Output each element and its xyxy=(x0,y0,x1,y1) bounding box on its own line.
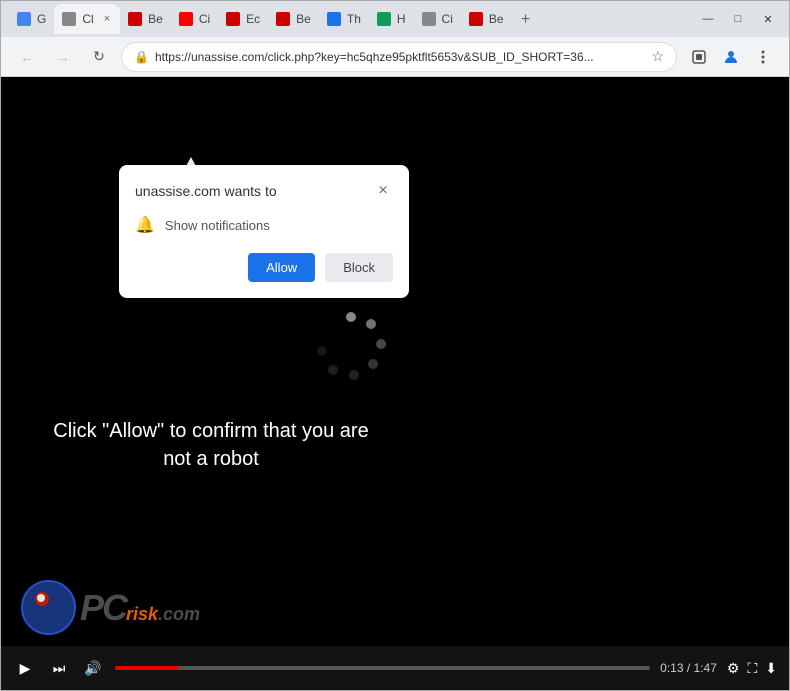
permission-label: Show notifications xyxy=(165,218,270,233)
address-text: https://unassise.com/click.php?key=hc5qh… xyxy=(155,50,645,64)
settings-button[interactable]: ⚙ xyxy=(727,660,740,677)
forward-button[interactable]: → xyxy=(49,43,77,71)
browser-tab-9[interactable]: Ci xyxy=(414,4,461,34)
popup-buttons: Allow Block xyxy=(135,253,393,282)
download-button[interactable]: ⬇ xyxy=(765,660,777,677)
progress-bar[interactable] xyxy=(115,666,650,670)
browser-tab-1[interactable]: G xyxy=(9,4,54,34)
tab-favicon-2 xyxy=(62,12,76,26)
browser-tab-2[interactable]: Cl × xyxy=(54,4,120,34)
minimize-button[interactable]: — xyxy=(695,10,721,28)
tab-favicon-3 xyxy=(128,12,142,26)
browser-tab-5[interactable]: Ec xyxy=(218,4,268,34)
logo-circle xyxy=(21,580,76,635)
browser-window: G Cl × Be Ci Ec xyxy=(0,0,790,691)
time-display: 0:13 / 1:47 xyxy=(660,661,717,675)
tab-favicon-7 xyxy=(327,12,341,26)
window-controls: — □ ✕ xyxy=(695,10,781,28)
browser-tab-3[interactable]: Be xyxy=(120,4,171,34)
tab-favicon-5 xyxy=(226,12,240,26)
right-video-controls: ⚙ ⛶ ⬇ xyxy=(727,660,777,677)
tab-favicon-8 xyxy=(377,12,391,26)
caption-text: Click "Allow" to confirm that you are no… xyxy=(51,417,371,473)
tab-favicon-1 xyxy=(17,12,31,26)
tab-bar: G Cl × Be Ci Ec xyxy=(9,4,683,34)
close-button[interactable]: ✕ xyxy=(755,10,781,28)
play-button[interactable]: ▶ xyxy=(13,660,37,677)
logo-text: PCrisk.com xyxy=(80,587,200,629)
video-controls-bar: ▶ ⏭ 🔊 0:13 / 1:47 ⚙ ⛶ ⬇ xyxy=(1,646,789,690)
popup-permission-row: 🔔 Show notifications xyxy=(135,215,393,235)
popup-title: unassise.com wants to xyxy=(135,183,277,199)
block-button[interactable]: Block xyxy=(325,253,393,282)
loading-spinner xyxy=(311,307,391,387)
extensions-icon[interactable] xyxy=(685,43,713,71)
logo-watermark: PCrisk.com xyxy=(21,580,200,635)
tab-favicon-9 xyxy=(422,12,436,26)
tab-label-3: Be xyxy=(148,12,163,26)
tab-label-1: G xyxy=(37,12,46,26)
browser-tab-8[interactable]: H xyxy=(369,4,414,34)
tab-label-6: Be xyxy=(296,12,311,26)
next-button[interactable]: ⏭ xyxy=(47,660,71,677)
tab-close-2[interactable]: × xyxy=(102,13,112,25)
tab-favicon-6 xyxy=(276,12,290,26)
fullscreen-button[interactable]: ⛶ xyxy=(747,660,757,677)
popup-close-button[interactable]: × xyxy=(373,181,393,201)
address-bar: ← → ↻ 🔒 https://unassise.com/click.php?k… xyxy=(1,37,789,77)
tab-favicon-10 xyxy=(469,12,483,26)
tab-label-4: Ci xyxy=(199,12,210,26)
menu-icon[interactable] xyxy=(749,43,777,71)
logo-dot-white xyxy=(37,594,45,602)
notification-popup: unassise.com wants to × 🔔 Show notificat… xyxy=(119,165,409,298)
logo-risk: risk xyxy=(126,604,158,624)
tab-label-2: Cl xyxy=(82,12,93,26)
tab-label-9: Ci xyxy=(442,12,453,26)
reload-button[interactable]: ↻ xyxy=(85,43,113,71)
tab-label-5: Ec xyxy=(246,12,260,26)
browser-tab-10[interactable]: Be xyxy=(461,4,512,34)
logo-com: .com xyxy=(158,604,200,624)
allow-button[interactable]: Allow xyxy=(248,253,315,282)
maximize-button[interactable]: □ xyxy=(725,10,751,28)
bell-icon: 🔔 xyxy=(135,215,155,235)
browser-tab-6[interactable]: Be xyxy=(268,4,319,34)
back-button[interactable]: ← xyxy=(13,43,41,71)
progress-fill xyxy=(115,666,179,670)
bookmark-star-icon[interactable]: ☆ xyxy=(651,48,664,65)
address-input-wrapper[interactable]: 🔒 https://unassise.com/click.php?key=hc5… xyxy=(121,42,677,72)
volume-button[interactable]: 🔊 xyxy=(81,660,105,677)
new-tab-button[interactable]: + xyxy=(512,6,540,34)
popup-header: unassise.com wants to × xyxy=(135,181,393,201)
profile-icon[interactable] xyxy=(717,43,745,71)
title-bar: G Cl × Be Ci Ec xyxy=(1,1,789,37)
toolbar-icons xyxy=(685,43,777,71)
tab-label-8: H xyxy=(397,12,406,26)
secure-icon: 🔒 xyxy=(134,50,149,64)
page-content: Click "Allow" to confirm that you are no… xyxy=(1,77,789,690)
logo-pc: PC xyxy=(80,587,126,628)
tab-label-7: Th xyxy=(347,12,361,26)
browser-tab-4[interactable]: Ci xyxy=(171,4,218,34)
tab-favicon-4 xyxy=(179,12,193,26)
browser-tab-7[interactable]: Th xyxy=(319,4,369,34)
tab-label-10: Be xyxy=(489,12,504,26)
